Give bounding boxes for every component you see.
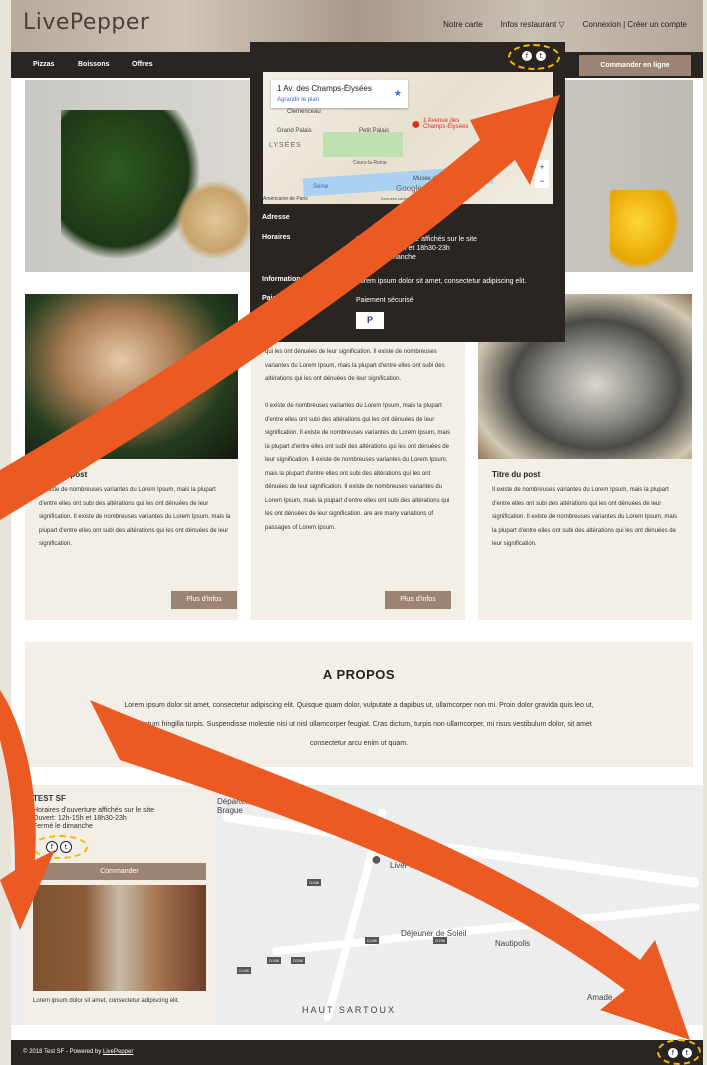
road-tag: D198 — [307, 879, 321, 886]
restaurant-photo — [33, 885, 206, 991]
map-place: LYSÉES — [269, 142, 302, 149]
payment-value: Paiement sécurisé — [356, 297, 414, 304]
lemon-image — [610, 190, 680, 270]
map-pin-icon: ● — [371, 849, 382, 869]
embedded-map[interactable]: 1 Av. des Champs-Élysées Agrandir le pla… — [263, 72, 553, 204]
payment-label: Paiement — [262, 295, 294, 302]
location-name: TEST SF — [33, 794, 66, 803]
footer-copyright: © 2018 Test SF - Powered by LivePepper — [23, 1049, 133, 1055]
nav-boissons[interactable]: Boissons — [78, 61, 110, 68]
star-icon[interactable]: ★ — [394, 88, 402, 99]
restaurant-info-dropdown: f t 1 Av. des Champs-Élysées Agrandir le… — [250, 42, 565, 342]
post-text: qui les ont dénuées de leur significatio… — [265, 349, 451, 531]
logo[interactable]: LivePepper — [23, 10, 149, 35]
post-card: Titre du post Il existe de nombreuses va… — [25, 294, 238, 620]
map-road — [222, 811, 700, 889]
highlight-ring — [657, 1039, 701, 1065]
top-nav: Notre carte Infos restaurant ▽ Connexion… — [443, 20, 687, 29]
post-text: Il existe de nombreuses variantes du Lor… — [492, 487, 678, 547]
map-place: Département de la Brague — [217, 797, 283, 815]
map-footer: Données cartographiques Conditions d'uti… — [381, 196, 468, 201]
copyright-text: © 2018 Test SF - Powered by — [23, 1049, 104, 1055]
about-title: A PROPOS — [322, 667, 396, 682]
ginger-image — [175, 180, 255, 260]
map-address-card: 1 Av. des Champs-Élysées Agrandir le pla… — [271, 80, 408, 108]
order-online-button[interactable]: Commander en ligne — [579, 55, 691, 76]
map-park — [323, 132, 403, 157]
nav-offres[interactable]: Offres — [132, 61, 153, 68]
order-button[interactable]: Commander — [33, 863, 206, 880]
map-place: Cours-la-Reine — [353, 160, 387, 166]
about-text: Lorem ipsum dolor sit amet, consectetur … — [124, 702, 594, 747]
about-section: A PROPOS Lorem ipsum dolor sit amet, con… — [25, 642, 693, 767]
zoom-controls[interactable]: + − — [535, 160, 549, 188]
hours-label: Horaires — [262, 234, 291, 241]
information-value: Lorem ipsum dolor sit amet, consectetur … — [356, 278, 527, 285]
more-info-button[interactable]: Plus d'infos — [385, 591, 451, 609]
map-place: Seine — [313, 184, 329, 190]
post-text: Il existe de nombreuses variantes du Lor… — [39, 487, 231, 547]
footer: © 2018 Test SF - Powered by LivePepper f… — [11, 1039, 703, 1065]
map-place: Clemenceau — [287, 109, 321, 115]
nav-carte[interactable]: Notre carte — [443, 20, 483, 29]
location-description: Lorem ipsum dolor sit amet, consectetur … — [33, 998, 180, 1004]
location-hours: Horaires d'ouverture affichés sur le sit… — [33, 807, 155, 830]
map-place: HAUT SARTOUX — [302, 1005, 397, 1015]
map-road — [271, 902, 701, 956]
post-card: qui les ont dénuées de leur significatio… — [251, 294, 465, 620]
road-tag: D198 — [267, 957, 281, 964]
page: LivePepper Notre carte Infos restaurant … — [11, 0, 703, 1065]
road-tag: D198 — [365, 937, 379, 944]
map-pin-label: 1 Avenue des Champs-Élysées — [423, 118, 469, 130]
nav-pizzas[interactable]: Pizzas — [33, 61, 54, 68]
hours-value: Horaires d'ouverture affichés sur le sit… — [356, 236, 478, 261]
map-pin-icon: ● — [411, 116, 421, 133]
highlight-ring — [32, 835, 88, 859]
map-place: Nautipolis — [495, 939, 531, 948]
map-address: 1 Av. des Champs-Élysées — [277, 84, 372, 93]
map-place: Amade — [587, 993, 613, 1002]
map-place: Grand Palais — [277, 128, 312, 134]
address-label: Adresse — [262, 214, 290, 221]
nav-infos-restaurant[interactable]: Infos restaurant ▽ — [501, 20, 565, 29]
road-tag: D198 — [237, 967, 251, 974]
enlarge-map-link[interactable]: Agrandir le plan — [277, 97, 402, 103]
information-label: Information — [262, 276, 301, 283]
livepepper-link[interactable]: LivePepper — [103, 1049, 133, 1055]
map-place: LivePepper — [390, 861, 431, 870]
map-place: Américaine de Paris — [263, 196, 308, 202]
location-info-card: TEST SF Horaires d'ouverture affichés su… — [23, 785, 216, 1025]
more-info-button[interactable]: Plus d'infos — [171, 591, 237, 609]
paypal-icon: P — [356, 312, 384, 329]
post-image — [25, 294, 238, 459]
post-title: Titre du post — [39, 470, 88, 479]
highlight-ring — [508, 44, 560, 70]
road-tag: D298 — [291, 957, 305, 964]
post-title: Titre du post — [492, 470, 541, 479]
map-place: Musée de l'Orangerie — [413, 176, 471, 182]
location-map[interactable]: D198 D198 D198 D198 D198 D298 Départemen… — [11, 785, 703, 1025]
nav-account[interactable]: Connexion | Créer un compte — [583, 20, 687, 29]
post-card: Titre du post Il existe de nombreuses va… — [478, 294, 692, 620]
map-place: Déjeuner de Soleil — [401, 929, 467, 938]
map-place: Petit Palais — [359, 128, 390, 134]
road-tag: D198 — [433, 937, 447, 944]
google-logo: Google — [396, 184, 422, 193]
